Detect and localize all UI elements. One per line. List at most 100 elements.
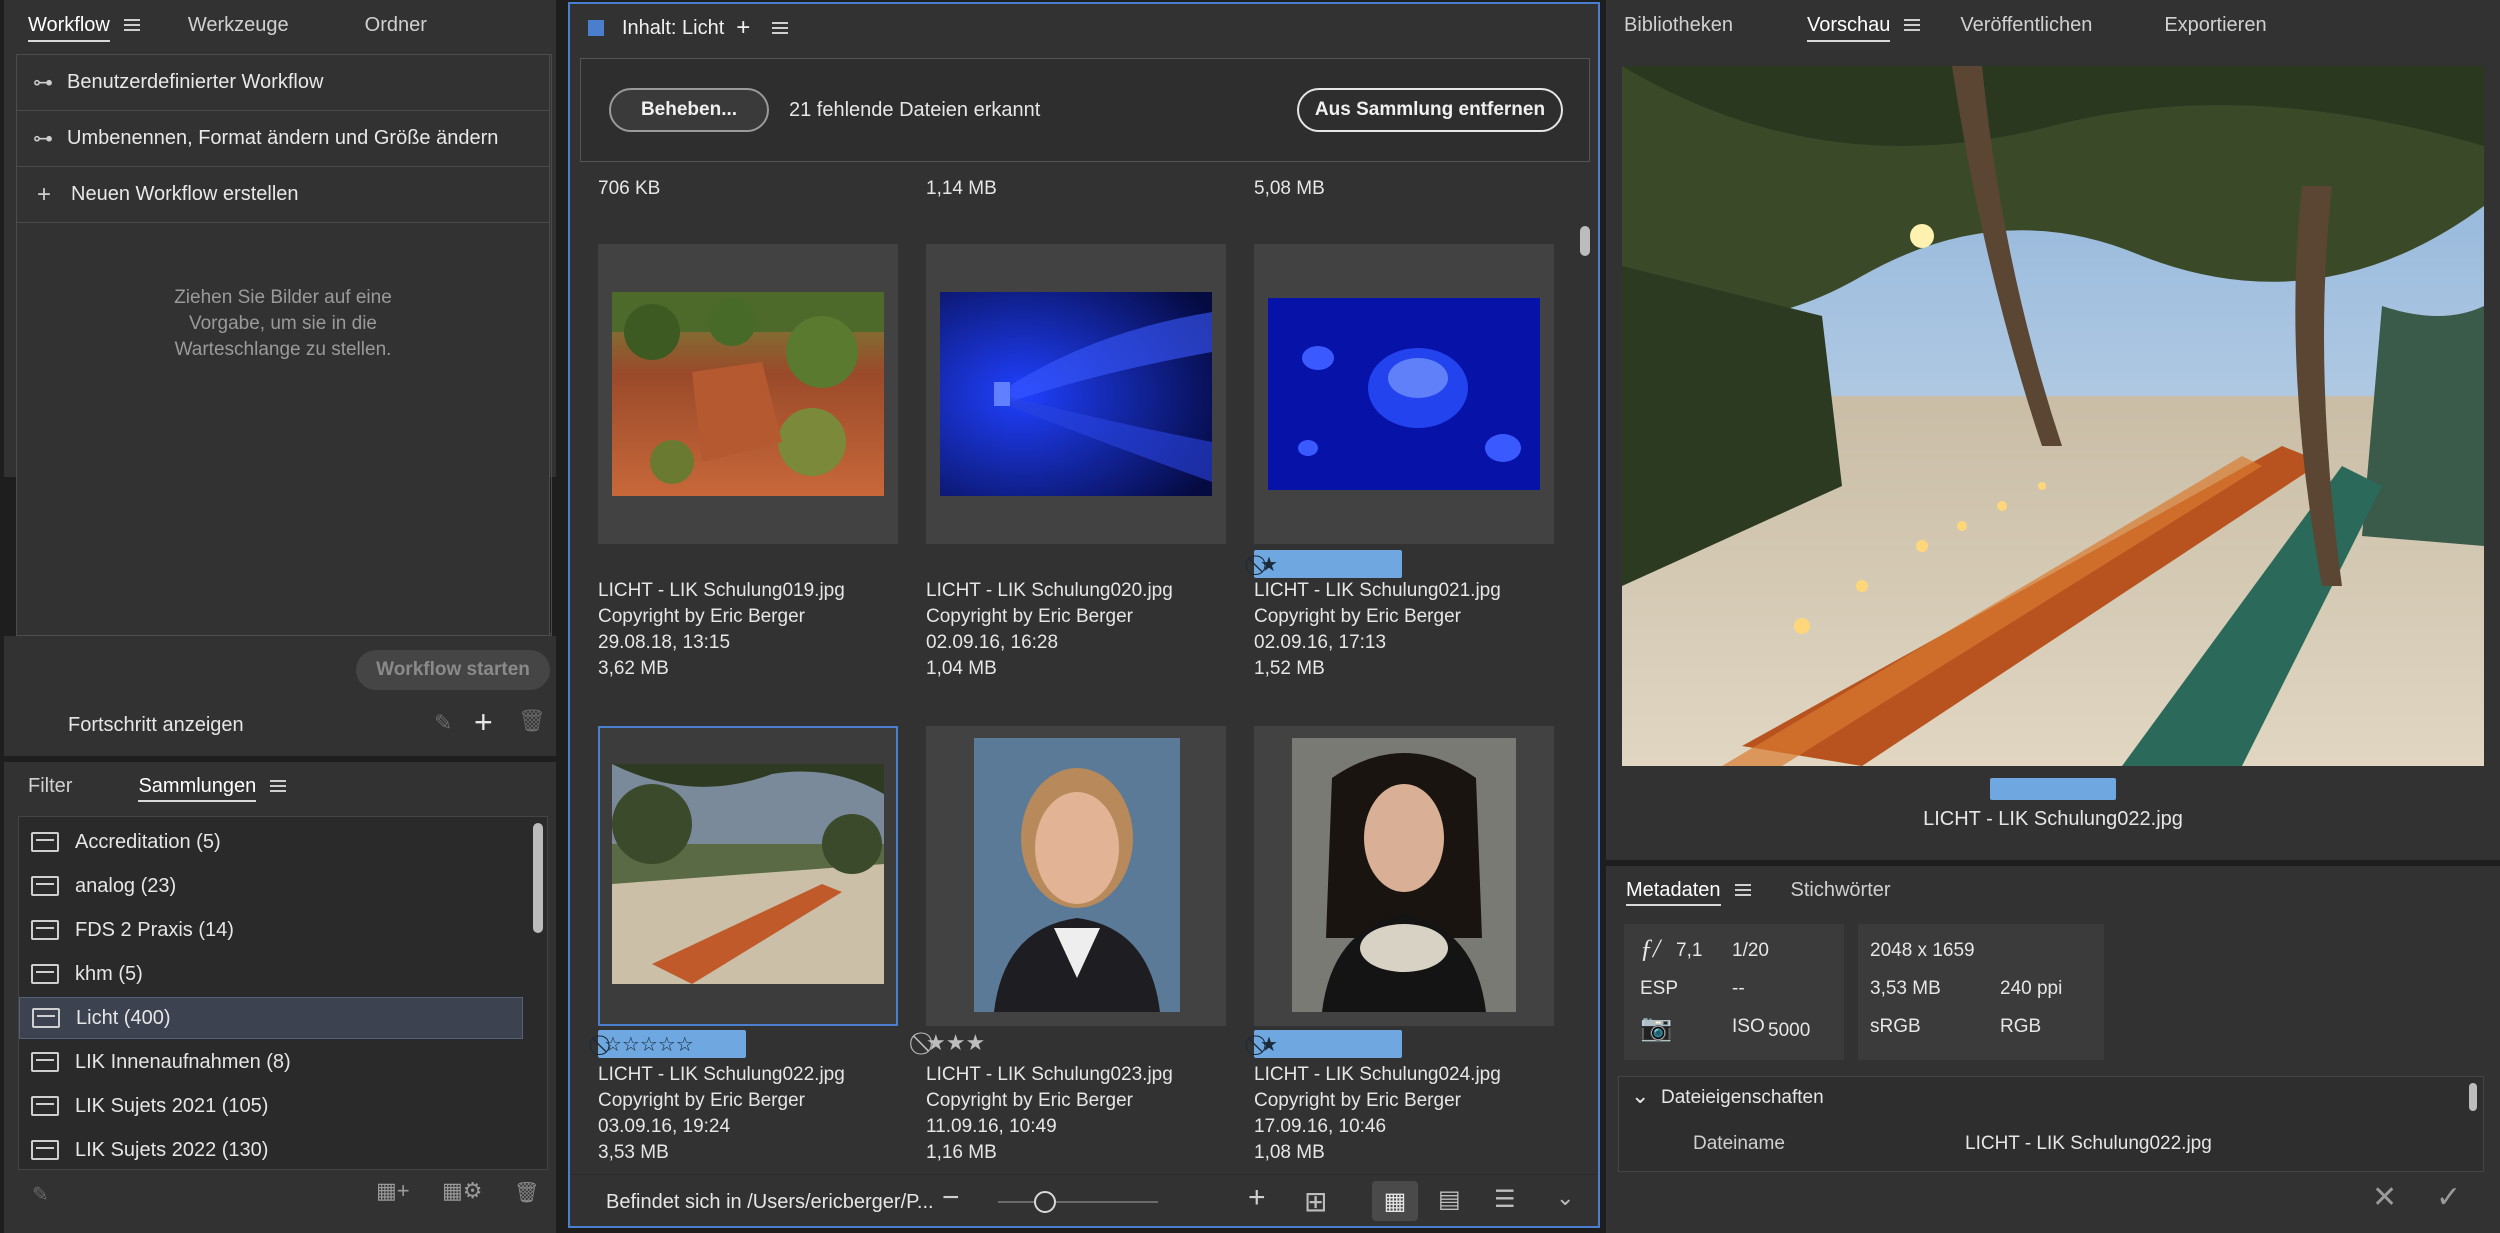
zoom-slider-handle[interactable] xyxy=(1034,1191,1056,1213)
trash-icon[interactable]: 🗑 xyxy=(518,708,546,734)
copyright: Copyright by Eric Berger xyxy=(926,1090,1133,1111)
workflow-start-button[interactable]: Workflow starten xyxy=(356,650,550,690)
copyright: Copyright by Eric Berger xyxy=(1254,1090,1461,1111)
zoom-slider[interactable] xyxy=(998,1201,1158,1203)
preview-image xyxy=(1622,66,2484,766)
file-name: LICHT - LIK Schulung020.jpg xyxy=(926,580,1173,601)
view-thumbnails-icon[interactable]: ▦ xyxy=(1372,1181,1418,1221)
workflow-item-rename[interactable]: ⊶ Umbenennen, Format ändern und Größe än… xyxy=(17,111,549,167)
collection-icon xyxy=(31,1052,59,1072)
view-details-icon[interactable]: ▤ xyxy=(1438,1185,1461,1214)
camera-data-box: ƒ/ 7,1 1/20 ESP -- 📷 ISO 5000 xyxy=(1624,924,1844,1060)
menu-icon[interactable] xyxy=(772,22,789,34)
rating-bar[interactable]: ⃠☆☆☆☆☆ xyxy=(598,1030,746,1058)
collection-item[interactable]: LIK Sujets 2021 (105) xyxy=(19,1085,519,1127)
collection-icon xyxy=(31,832,59,852)
thumbnail-image xyxy=(940,292,1212,496)
rating-stars[interactable]: ⃠★★★ xyxy=(926,1030,985,1056)
new-workflow-button[interactable]: + Neuen Workflow erstellen xyxy=(17,167,549,223)
menu-icon[interactable] xyxy=(1904,19,1921,31)
zoom-in-icon[interactable]: + xyxy=(1248,1181,1266,1215)
collection-item[interactable]: LIK Innenaufnahmen (8) xyxy=(19,1041,519,1083)
collection-item[interactable]: FDS 2 Praxis (14) xyxy=(19,909,519,951)
view-list-icon[interactable]: ☰ xyxy=(1494,1185,1516,1214)
fix-button[interactable]: Beheben... xyxy=(609,88,769,132)
preview-rating-bar[interactable] xyxy=(1990,778,2116,800)
file-size: 1,04 MB xyxy=(926,658,997,679)
tab-filter[interactable]: Filter xyxy=(28,762,72,810)
chevron-down-icon[interactable]: ⌄ xyxy=(1631,1083,1649,1109)
content-panel: Inhalt: Licht + Beheben... 21 fehlende D… xyxy=(568,2,1600,1228)
thumbnail-card[interactable] xyxy=(598,244,898,544)
collection-item[interactable]: Accreditation (5) xyxy=(19,821,519,863)
rating-bar[interactable]: ⃠★ xyxy=(1254,550,1402,578)
tab-bibliotheken[interactable]: Bibliotheken xyxy=(1624,0,1733,50)
copyright: Copyright by Eric Berger xyxy=(598,606,805,627)
file-size: 1,52 MB xyxy=(1254,658,1325,679)
metadata-scrollbar[interactable] xyxy=(2469,1083,2477,1111)
colorspace: sRGB xyxy=(1870,1016,1921,1037)
tab-ordner[interactable]: Ordner xyxy=(365,0,427,50)
workflow-item-custom[interactable]: ⊶ Benutzerdefinierter Workflow xyxy=(17,55,549,111)
tab-sammlungen[interactable]: Sammlungen xyxy=(138,762,256,810)
rating-bar[interactable]: ⃠★ xyxy=(1254,1030,1402,1058)
progress-label[interactable]: Fortschritt anzeigen xyxy=(68,714,244,737)
trash-icon[interactable]: 🗑 xyxy=(514,1180,539,1205)
tab-exportieren[interactable]: Exportieren xyxy=(2164,0,2266,50)
preview-panel: Bibliotheken Vorschau Veröffentlichen Ex… xyxy=(1606,0,2500,860)
file-size: 1,08 MB xyxy=(1254,1142,1325,1163)
collections-tabbar: Filter Sammlungen xyxy=(4,762,556,810)
filesize: 3,53 MB xyxy=(1870,978,1941,999)
thumbnail-image xyxy=(974,738,1180,1012)
section-title[interactable]: Dateieigenschaften xyxy=(1661,1087,1824,1109)
file-date: 17.09.16, 10:46 xyxy=(1254,1116,1387,1137)
collection-item-selected[interactable]: Licht (400) xyxy=(19,997,523,1039)
thumbnail-card[interactable] xyxy=(1254,726,1554,1026)
add-collection-icon[interactable]: ▦+ xyxy=(376,1178,410,1204)
collection-icon xyxy=(31,1096,59,1116)
collection-item[interactable]: khm (5) xyxy=(19,953,519,995)
iso-label: ISO xyxy=(1732,1016,1765,1037)
menu-icon[interactable] xyxy=(1734,884,1751,896)
remove-from-collection-button[interactable]: Aus Sammlung entfernen xyxy=(1297,88,1563,132)
tab-metadaten[interactable]: Metadaten xyxy=(1626,866,1721,914)
collection-icon xyxy=(32,1008,60,1028)
grid-scrollbar[interactable] xyxy=(1580,226,1590,256)
ppi: 240 ppi xyxy=(2000,978,2063,999)
thumbnail-card-selected[interactable] xyxy=(598,726,898,1026)
collections-scrollbar[interactable] xyxy=(533,823,543,933)
add-icon[interactable]: + xyxy=(736,14,750,42)
thumbnail-card[interactable] xyxy=(926,244,1226,544)
content-color-icon xyxy=(588,20,604,36)
plus-icon: + xyxy=(37,180,52,208)
thumbnail-card[interactable] xyxy=(926,726,1226,1026)
menu-icon[interactable] xyxy=(270,780,287,792)
tab-stichwoerter[interactable]: Stichwörter xyxy=(1791,866,1891,914)
zoom-out-icon[interactable]: − xyxy=(942,1181,960,1215)
pencil-icon[interactable]: ✎ xyxy=(434,710,452,736)
pencil-icon[interactable]: ✎ xyxy=(32,1182,49,1207)
chevron-down-icon[interactable]: ⌄ xyxy=(1556,1185,1574,1211)
tab-veroeffentlichen[interactable]: Veröffentlichen xyxy=(1960,0,2092,50)
workflow-box-inner: ⊶ Benutzerdefinierter Workflow ⊶ Umbenen… xyxy=(16,54,550,636)
esp-label: ESP xyxy=(1640,978,1679,999)
file-properties-section: ⌄ Dateieigenschaften Dateiname LICHT - L… xyxy=(1618,1076,2484,1172)
grid-lock-icon[interactable]: ⊞ xyxy=(1304,1185,1327,1218)
preview-tabbar: Bibliotheken Vorschau Veröffentlichen Ex… xyxy=(1606,0,2500,50)
checkmark-icon[interactable]: ✓ xyxy=(2436,1180,2461,1215)
thumbnail-card[interactable] xyxy=(1254,244,1554,544)
drop-hint: Ziehen Sie Bilder auf eine Vorgabe, um s… xyxy=(174,287,392,360)
tab-werkzeuge[interactable]: Werkzeuge xyxy=(188,0,289,50)
smart-collection-icon[interactable]: ▦⚙ xyxy=(442,1178,483,1204)
add-icon[interactable]: + xyxy=(474,704,493,741)
collection-item[interactable]: LIK Sujets 2022 (130) xyxy=(19,1129,519,1169)
collection-item[interactable]: analog (23) xyxy=(19,865,519,907)
tab-vorschau[interactable]: Vorschau xyxy=(1806,0,1891,50)
path-text: Befindet sich in /Users/ericberger/P... xyxy=(606,1191,934,1213)
file-size: 1,16 MB xyxy=(926,1142,997,1163)
file-name: LICHT - LIK Schulung021.jpg xyxy=(1254,580,1501,601)
close-icon[interactable]: ✕ xyxy=(2372,1180,2397,1215)
menu-icon[interactable] xyxy=(123,19,140,31)
tab-workflow[interactable]: Workflow xyxy=(28,0,110,50)
thumbnail-image xyxy=(612,764,884,984)
